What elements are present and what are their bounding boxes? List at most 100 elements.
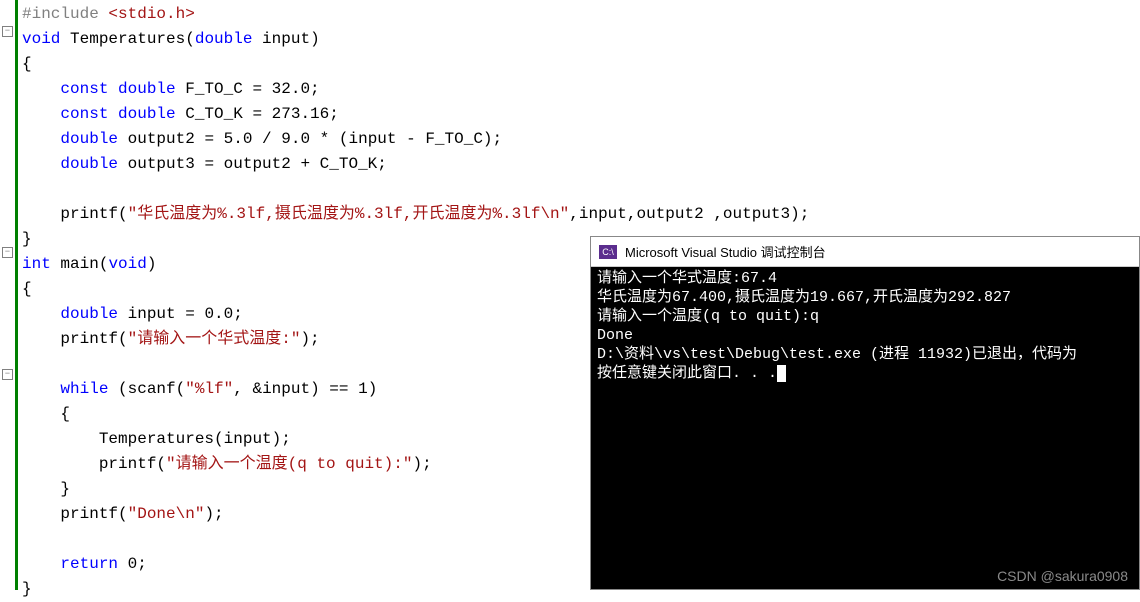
token-number: 273.16 — [272, 105, 330, 123]
token-operator: = — [204, 130, 223, 148]
token-brace: { — [60, 405, 70, 423]
token-operator: ; — [493, 130, 503, 148]
token-string: "Done\n" — [128, 505, 205, 523]
token-keyword: void — [108, 255, 146, 273]
token-preprocessor: #include — [22, 5, 108, 23]
token-identifier: output2 — [224, 155, 301, 173]
console-output-line: Done — [597, 326, 1133, 345]
code-line[interactable]: void Temperatures(double input) — [22, 27, 1140, 52]
token-identifier: main — [51, 255, 99, 273]
token-brace: } — [22, 580, 32, 598]
token-paren: ) — [368, 380, 378, 398]
token-keyword: double — [60, 305, 118, 323]
token-identifier: output2 — [637, 205, 714, 223]
token-brace: } — [60, 480, 70, 498]
token-paren: ) — [790, 205, 800, 223]
token-paren: ( — [118, 330, 128, 348]
watermark: CSDN @sakura0908 — [997, 568, 1128, 584]
token-paren: ) — [310, 30, 320, 48]
token-operator: ; — [800, 205, 810, 223]
code-line[interactable]: const double F_TO_C = 32.0; — [22, 77, 1140, 102]
token-identifier: output3 — [723, 205, 790, 223]
token-identifier: input — [224, 430, 272, 448]
token-identifier: output2 — [118, 130, 204, 148]
code-line[interactable]: double output3 = output2 + C_TO_K; — [22, 152, 1140, 177]
token-number: 5.0 — [224, 130, 253, 148]
token-keyword: double — [60, 155, 118, 173]
token-keyword: return — [60, 555, 127, 573]
token-paren: ) — [272, 430, 282, 448]
fold-toggle-icon[interactable]: − — [2, 26, 13, 37]
token-keyword: const double — [60, 80, 175, 98]
token-operator: = — [185, 305, 204, 323]
token-func-call: printf — [60, 505, 118, 523]
token-number: 0.0 — [204, 305, 233, 323]
token-brace: } — [22, 230, 32, 248]
token-func-call: printf — [99, 455, 157, 473]
token-identifier: input — [252, 30, 310, 48]
token-paren: ) — [300, 330, 310, 348]
code-line[interactable] — [22, 177, 1140, 202]
token-string: "%lf" — [185, 380, 233, 398]
token-func-call: Temperatures — [99, 430, 214, 448]
console-body[interactable]: 请输入一个华式温度:67.4华氏温度为67.400,摄氏温度为19.667,开氏… — [591, 267, 1139, 385]
fold-gutter: − − − — [0, 0, 18, 590]
token-keyword: int — [22, 255, 51, 273]
console-output-line: D:\资料\vs\test\Debug\test.exe (进程 11932)已… — [597, 345, 1133, 364]
token-paren: ( — [118, 505, 128, 523]
debug-console-window: C:\ Microsoft Visual Studio 调试控制台 请输入一个华… — [590, 236, 1140, 590]
fold-toggle-icon[interactable]: − — [2, 369, 13, 380]
token-operator: ; — [214, 505, 224, 523]
token-operator: ; — [310, 80, 320, 98]
token-operator: - — [406, 130, 425, 148]
token-paren: ( — [118, 380, 128, 398]
token-keyword: double — [195, 30, 253, 48]
token-brace: { — [22, 55, 32, 73]
token-operator: , — [713, 205, 723, 223]
token-string: "请输入一个温度(q to quit):" — [166, 455, 412, 473]
console-output-line: 按任意键关闭此窗口. . . — [597, 364, 1133, 383]
token-identifier: input — [262, 380, 310, 398]
code-line[interactable]: const double C_TO_K = 273.16; — [22, 102, 1140, 127]
token-identifier: C_TO_K — [320, 155, 378, 173]
token-paren: ( — [118, 205, 128, 223]
token-operator: + — [300, 155, 319, 173]
code-line[interactable]: #include <stdio.h> — [22, 2, 1140, 27]
code-line[interactable]: { — [22, 52, 1140, 77]
console-titlebar[interactable]: C:\ Microsoft Visual Studio 调试控制台 — [591, 237, 1139, 267]
token-operator: , — [569, 205, 579, 223]
fold-toggle-icon[interactable]: − — [2, 247, 13, 258]
token-operator: ; — [422, 455, 432, 473]
token-identifier: F_TO_C — [176, 80, 253, 98]
token-include-path: <stdio.h> — [108, 5, 194, 23]
token-number: 32.0 — [272, 80, 310, 98]
token-paren: ( — [185, 30, 195, 48]
token-identifier: input — [579, 205, 627, 223]
token-paren: ) — [412, 455, 422, 473]
token-string: "请输入一个华式温度:" — [128, 330, 301, 348]
console-title: Microsoft Visual Studio 调试控制台 — [625, 242, 826, 261]
token-identifier: output3 — [118, 155, 204, 173]
code-line[interactable]: printf("华氏温度为%.3lf,摄氏温度为%.3lf,开氏温度为%.3lf… — [22, 202, 1140, 227]
token-keyword: double — [60, 130, 118, 148]
token-operator: ; — [281, 430, 291, 448]
token-operator: = — [252, 80, 271, 98]
token-paren: ( — [156, 455, 166, 473]
token-paren: ( — [99, 255, 109, 273]
token-operator: ; — [137, 555, 147, 573]
code-line[interactable]: double output2 = 5.0 / 9.0 * (input - F_… — [22, 127, 1140, 152]
token-number: 9.0 — [281, 130, 310, 148]
token-paren: ( — [176, 380, 186, 398]
token-number: 1 — [358, 380, 368, 398]
console-icon: C:\ — [599, 245, 617, 259]
token-keyword: void — [22, 30, 60, 48]
token-paren: ) — [147, 255, 157, 273]
token-operator: = — [204, 155, 223, 173]
token-func-call: printf — [60, 330, 118, 348]
token-paren: ) — [204, 505, 214, 523]
token-identifier: input — [118, 305, 185, 323]
token-paren: ) — [483, 130, 493, 148]
token-identifier: C_TO_K — [176, 105, 253, 123]
token-operator: = — [252, 105, 271, 123]
token-operator: , — [627, 205, 637, 223]
